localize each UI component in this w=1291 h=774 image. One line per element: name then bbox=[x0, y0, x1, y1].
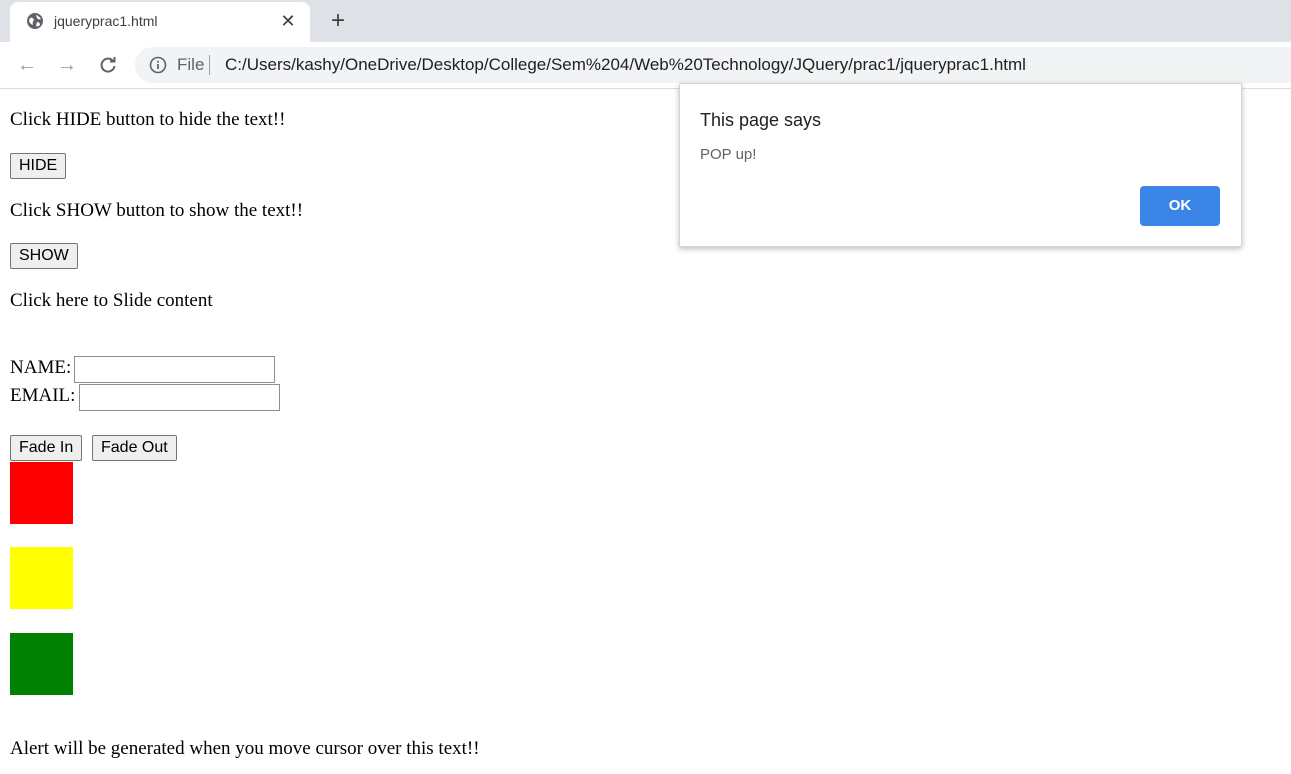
fade-in-button[interactable]: Fade In bbox=[10, 435, 83, 461]
hover-alert-text[interactable]: Alert will be generated when you move cu… bbox=[10, 738, 480, 760]
slide-toggle-text[interactable]: Click here to Slide content bbox=[10, 290, 213, 312]
address-bar[interactable]: File C:/Users/kashy/OneDrive/Desktop/Col… bbox=[135, 47, 1291, 83]
scheme-label: File bbox=[177, 55, 205, 74]
hide-button[interactable]: HIDE bbox=[10, 153, 67, 179]
browser-tab[interactable]: jqueryprac1.html ✕ bbox=[10, 2, 310, 42]
tab-strip: jqueryprac1.html ✕ + bbox=[0, 0, 1291, 42]
forward-arrow-icon[interactable]: → bbox=[55, 53, 79, 77]
red-box bbox=[10, 462, 73, 524]
fade-out-button[interactable]: Fade Out bbox=[92, 435, 177, 461]
email-input[interactable] bbox=[79, 384, 280, 411]
yellow-box bbox=[10, 547, 73, 609]
alert-dialog: This page says POP up! OK bbox=[679, 83, 1242, 247]
reload-icon[interactable] bbox=[96, 53, 120, 77]
url-text[interactable]: C:/Users/kashy/OneDrive/Desktop/College/… bbox=[225, 55, 1026, 75]
tab-title: jqueryprac1.html bbox=[54, 13, 158, 29]
dialog-title: This page says bbox=[700, 110, 822, 130]
ok-button[interactable]: OK bbox=[1140, 186, 1220, 226]
info-icon[interactable] bbox=[149, 56, 167, 74]
back-arrow-icon[interactable]: ← bbox=[15, 53, 39, 77]
email-label: EMAIL: bbox=[10, 385, 76, 406]
close-tab-icon[interactable]: ✕ bbox=[278, 11, 298, 31]
name-label: NAME: bbox=[10, 357, 72, 378]
hide-prompt-text: Click HIDE button to hide the text!! bbox=[10, 109, 286, 130]
dialog-message: POP up! bbox=[700, 146, 757, 163]
show-button[interactable]: SHOW bbox=[10, 243, 78, 269]
show-prompt-text: Click SHOW button to show the text!! bbox=[10, 200, 304, 221]
new-tab-icon[interactable]: + bbox=[326, 9, 350, 33]
browser-toolbar: ← → File C:/Users/kashy/OneDrive/Desktop… bbox=[0, 42, 1291, 89]
green-box bbox=[10, 633, 73, 695]
name-input[interactable] bbox=[74, 356, 275, 383]
globe-icon bbox=[26, 12, 44, 30]
scheme-divider bbox=[209, 55, 210, 75]
